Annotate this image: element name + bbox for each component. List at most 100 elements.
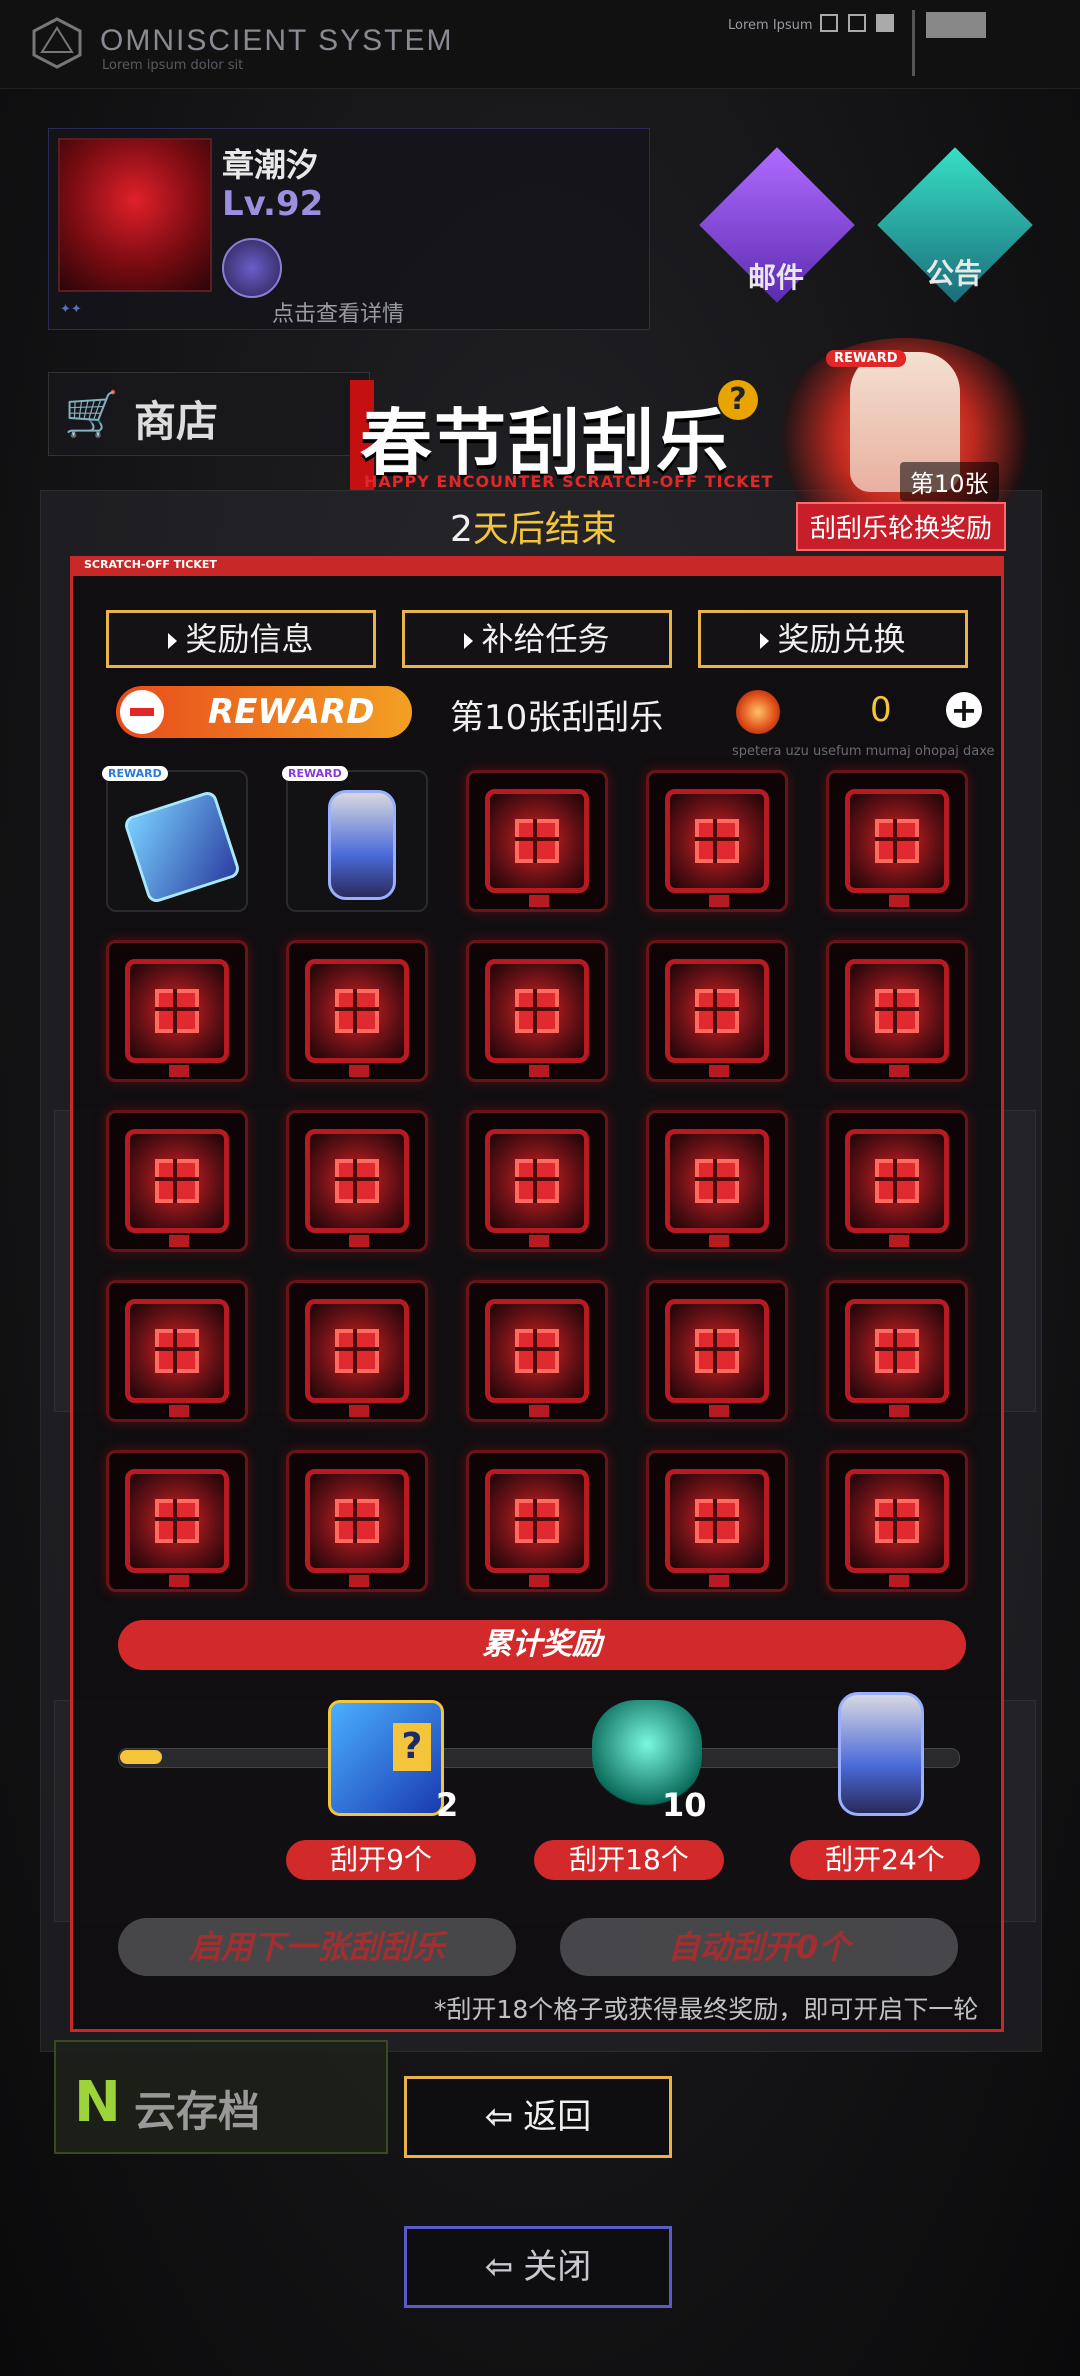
system-title: OMNISCIENT SYSTEM — [100, 24, 454, 57]
lock-core-icon — [335, 1329, 379, 1373]
scratch-cell-locked[interactable] — [106, 1110, 248, 1252]
lock-core-icon — [695, 989, 739, 1033]
progress-track — [118, 1748, 960, 1768]
lock-notch — [529, 1405, 549, 1417]
cart-icon: 🛒 — [64, 389, 119, 440]
milestone-count: 10 — [662, 1786, 707, 1824]
back-button[interactable]: ⇦ 返回 — [404, 2076, 672, 2158]
lock-core-icon — [515, 1499, 559, 1543]
system-logo-icon — [32, 17, 82, 69]
back-label: 返回 — [523, 2097, 592, 2137]
scratch-coin-icon — [736, 690, 780, 734]
scratch-cell-locked[interactable] — [286, 1110, 428, 1252]
milestone-1-button[interactable]: 刮开9个 — [286, 1840, 476, 1880]
close-button[interactable]: ⇦ 关闭 — [404, 2226, 672, 2308]
scratch-cell-locked[interactable] — [466, 1450, 608, 1592]
lock-notch — [889, 1405, 909, 1417]
scratch-cell-locked[interactable] — [646, 770, 788, 912]
lock-notch — [169, 1575, 189, 1587]
countdown-text: 天后结束 — [472, 509, 617, 550]
rotating-reward-button[interactable]: 刮刮乐轮换奖励 — [796, 502, 1007, 551]
scratch-cell-locked[interactable] — [826, 1110, 968, 1252]
scratch-cell-locked[interactable] — [466, 770, 608, 912]
lock-notch — [349, 1235, 369, 1247]
back-arrow-icon: ⇦ — [484, 2097, 514, 2137]
lock-core-icon — [695, 819, 739, 863]
mail-button-label[interactable]: 邮件 — [748, 256, 804, 296]
window-close-icon[interactable] — [848, 14, 866, 32]
auto-scratch-button[interactable]: 自动刮开0个 — [560, 1918, 958, 1976]
add-coin-button[interactable]: + — [946, 692, 982, 728]
avatar[interactable] — [58, 138, 212, 292]
system-subtitle: Lorem ipsum dolor sit — [102, 58, 244, 73]
lock-core-icon — [155, 1329, 199, 1373]
scratch-cell-locked[interactable] — [646, 1280, 788, 1422]
lock-notch — [169, 1065, 189, 1077]
scratch-cell-locked[interactable] — [466, 940, 608, 1082]
tab-reward-info[interactable]: 奖励信息 — [106, 610, 376, 668]
lock-core-icon — [515, 819, 559, 863]
panel-header-text: SCRATCH-OFF TICKET — [84, 558, 217, 571]
mystery-box-icon[interactable]: ? — [328, 1700, 444, 1816]
reward-tag: REWARD — [102, 766, 168, 781]
window-fill-icon[interactable] — [876, 14, 894, 32]
lock-core-icon — [155, 989, 199, 1033]
tab-label: 奖励兑换 — [777, 620, 906, 658]
scratch-cell-locked[interactable] — [646, 1110, 788, 1252]
tab-supply-tasks[interactable]: 补给任务 — [402, 610, 672, 668]
scratch-cell-locked[interactable] — [466, 1110, 608, 1252]
player-level: Lv.92 — [222, 184, 324, 224]
sparkle-icon: ✦✦ — [60, 302, 82, 317]
exit-arrow-icon: ⇦ — [484, 2247, 514, 2287]
scratch-cell-locked[interactable] — [106, 1450, 248, 1592]
lock-notch — [349, 1405, 369, 1417]
lock-notch — [709, 1235, 729, 1247]
small-lorem-text: spetera uzu usefum mumaj ohopaj daxe — [732, 744, 995, 759]
lock-notch — [709, 895, 729, 907]
scratch-cell-locked[interactable] — [826, 940, 968, 1082]
reward-badge-text: REWARD — [208, 692, 375, 732]
scratch-cell-locked[interactable] — [286, 1450, 428, 1592]
lock-notch — [529, 895, 549, 907]
player-name: 章潮汐 — [222, 146, 319, 184]
scratch-cell-locked[interactable] — [826, 770, 968, 912]
lock-notch — [169, 1235, 189, 1247]
backpack-icon — [328, 790, 396, 900]
window-square-icon[interactable] — [820, 14, 838, 32]
scratch-cell-locked[interactable] — [286, 1280, 428, 1422]
notice-button-label[interactable]: 公告 — [926, 252, 982, 292]
scratch-cell-locked[interactable] — [286, 940, 428, 1082]
lock-core-icon — [695, 1329, 739, 1373]
tab-reward-exchange[interactable]: 奖励兑换 — [698, 610, 968, 668]
milestone-3-button[interactable]: 刮开24个 — [790, 1840, 980, 1880]
lock-core-icon — [875, 819, 919, 863]
help-icon[interactable]: ? — [718, 380, 758, 420]
lock-notch — [889, 1235, 909, 1247]
lock-core-icon — [155, 1499, 199, 1543]
lock-core-icon — [155, 1159, 199, 1203]
scratch-cell-locked[interactable] — [466, 1280, 608, 1422]
next-ticket-button[interactable]: 启用下一张刮刮乐 — [118, 1918, 516, 1976]
scratch-cell-locked[interactable] — [826, 1450, 968, 1592]
lock-notch — [889, 1575, 909, 1587]
scratch-cell-revealed[interactable]: REWARD — [282, 766, 428, 912]
scratch-cell-locked[interactable] — [646, 1450, 788, 1592]
view-details-link[interactable]: 点击查看详情 — [272, 296, 404, 328]
scratch-cell-locked[interactable] — [106, 1280, 248, 1422]
rank-badge-icon — [222, 238, 282, 298]
scratch-cell-locked[interactable] — [106, 940, 248, 1082]
cumulative-reward-title: 累计奖励 — [118, 1620, 966, 1670]
lock-notch — [169, 1405, 189, 1417]
shop-label: 商店 — [134, 397, 219, 446]
lock-core-icon — [335, 1499, 379, 1543]
scratch-cell-revealed[interactable]: REWARD — [102, 766, 248, 912]
cloud-save-icon: N — [74, 2070, 121, 2135]
lock-core-icon — [335, 989, 379, 1033]
backpack-icon[interactable] — [838, 1692, 924, 1816]
scratch-cell-locked[interactable] — [646, 940, 788, 1082]
milestone-2-button[interactable]: 刮开18个 — [534, 1840, 724, 1880]
lock-notch — [709, 1065, 729, 1077]
cloud-save-label: 云存档 — [134, 2087, 261, 2136]
scratch-cell-locked[interactable] — [826, 1280, 968, 1422]
lock-core-icon — [515, 1159, 559, 1203]
